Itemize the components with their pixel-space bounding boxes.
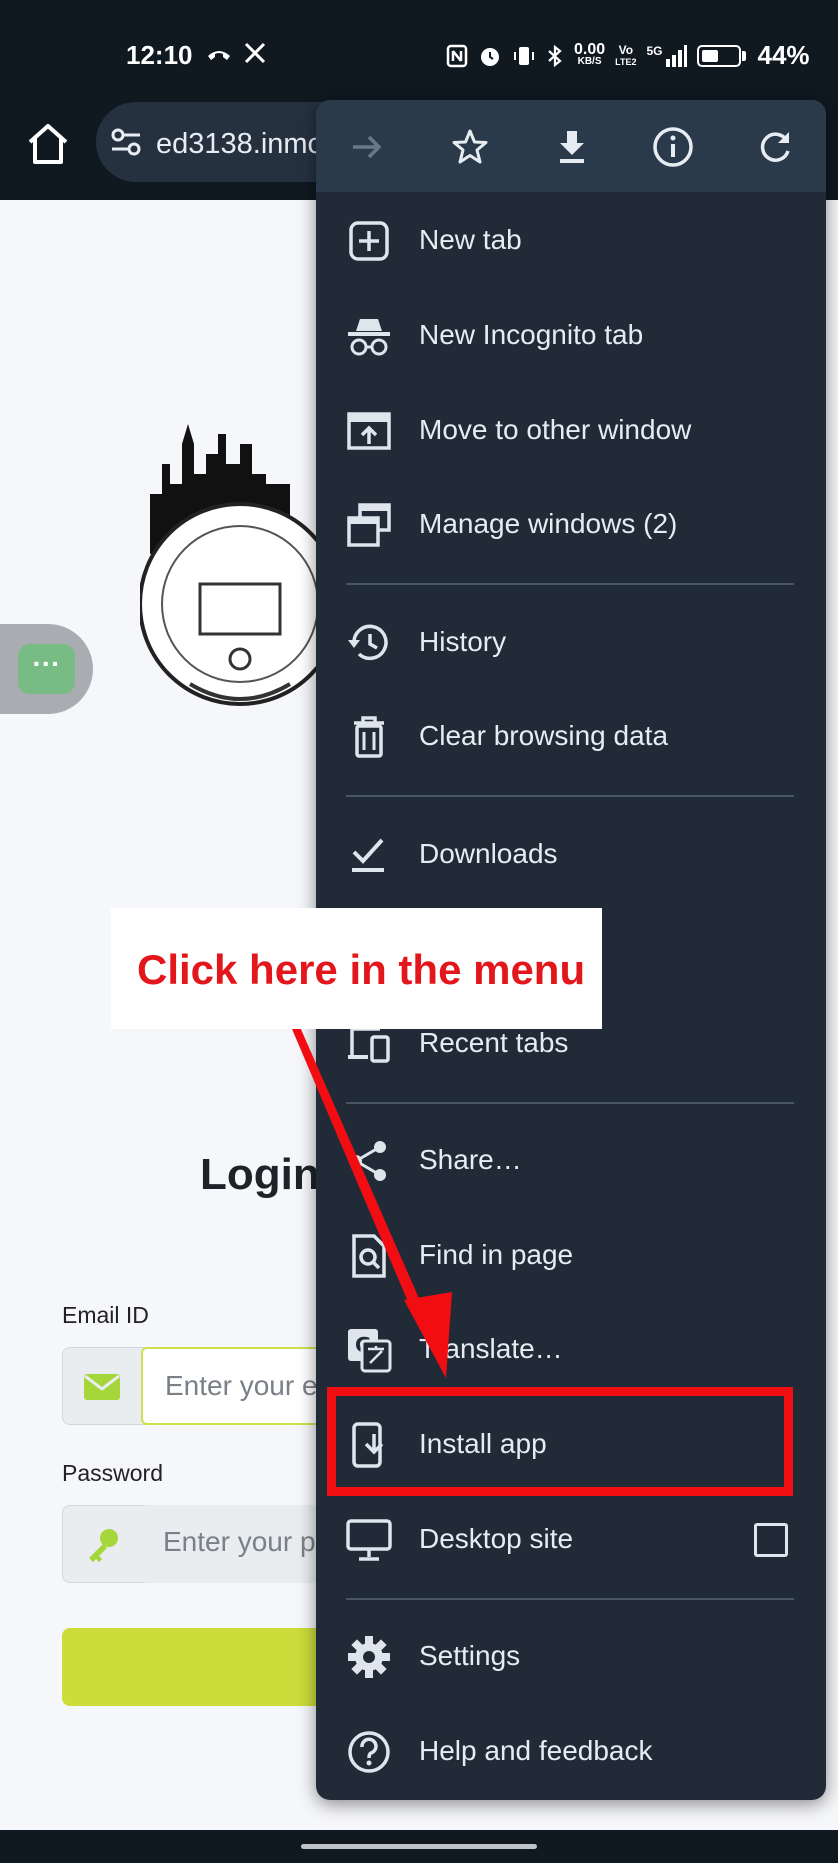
status-bar: 12:10 0.00 KB/S Vo LTE2 5G 44%	[0, 0, 838, 112]
status-system-icons: 0.00 KB/S Vo LTE2 5G 44%	[446, 40, 810, 71]
menu-item-find-in-page[interactable]: Find in page	[316, 1209, 826, 1303]
menu-item-move-to-other-window[interactable]: Move to other window	[316, 384, 826, 478]
signal-indicator: 5G	[646, 44, 687, 67]
status-notification-icons	[206, 42, 266, 64]
menu-divider	[346, 1598, 794, 1600]
nfc-icon	[446, 44, 468, 67]
desktop-icon	[346, 1519, 392, 1561]
alarm-icon	[481, 47, 499, 66]
find-in-page-icon	[352, 1234, 386, 1278]
battery-icon	[696, 44, 741, 67]
url-text[interactable]: ed3138.inmo	[156, 128, 324, 161]
page-info-tune-icon[interactable]	[110, 128, 142, 156]
x-logo-icon	[244, 42, 266, 64]
desktop-site-checkbox[interactable]	[754, 1523, 788, 1557]
menu-item-history[interactable]: History	[316, 596, 826, 690]
menu-divider	[346, 583, 794, 585]
password-label: Password	[62, 1460, 163, 1486]
move-window-icon	[347, 412, 391, 450]
menu-item-new-incognito-tab[interactable]: New Incognito tab	[316, 289, 826, 383]
menu-item-translate[interactable]: G Translate…	[316, 1303, 826, 1397]
download-icon[interactable]	[545, 120, 599, 174]
network-speed: 0.00 KB/S	[574, 40, 606, 67]
trash-icon	[354, 716, 384, 758]
battery-tip	[741, 50, 746, 61]
vibrate-icon	[514, 46, 534, 65]
history-icon	[348, 624, 388, 661]
help-icon	[348, 1731, 390, 1773]
info-icon[interactable]	[646, 120, 700, 174]
envelope-icon	[84, 1374, 120, 1400]
system-nav-bar	[0, 1830, 838, 1863]
battery-percent: 44%	[757, 40, 810, 70]
menu-divider	[346, 795, 794, 797]
menu-divider	[346, 1102, 794, 1104]
key-icon	[89, 1529, 118, 1562]
menu-item-downloads[interactable]: Downloads	[316, 808, 826, 902]
menu-item-help-and-feedback[interactable]: Help and feedback	[316, 1705, 826, 1799]
translate-icon: G	[348, 1329, 392, 1373]
manage-windows-icon	[347, 503, 391, 547]
signal-bars-icon	[665, 44, 687, 67]
gesture-handle[interactable]	[301, 1844, 537, 1849]
bluetooth-icon	[548, 44, 562, 67]
menu-item-share[interactable]: Share…	[316, 1114, 826, 1208]
bookmark-star-icon[interactable]	[443, 120, 497, 174]
menu-item-new-tab[interactable]: New tab	[316, 194, 826, 288]
home-icon[interactable]	[24, 120, 72, 168]
missed-call-icon	[208, 51, 230, 60]
amc-logo	[140, 424, 330, 706]
annotation-highlight-box	[327, 1387, 793, 1496]
downloads-icon	[352, 838, 384, 872]
annotation-callout-text: Click here in the menu	[137, 946, 586, 993]
volte-indicator: Vo LTE2	[615, 42, 637, 67]
login-title: Login	[200, 1150, 320, 1199]
menu-item-desktop-site[interactable]: Desktop site	[316, 1493, 826, 1587]
email-label: Email ID	[62, 1302, 149, 1328]
menu-item-clear-browsing-data[interactable]: Clear browsing data	[316, 690, 826, 784]
more-dots-icon[interactable]: ···	[18, 644, 75, 694]
refresh-icon[interactable]	[748, 120, 802, 174]
share-icon	[350, 1141, 386, 1181]
menu-item-manage-windows[interactable]: Manage windows (2)	[316, 478, 826, 572]
new-tab-icon	[349, 221, 389, 261]
forward-icon[interactable]	[340, 120, 394, 174]
menu-toolbar	[316, 100, 826, 192]
floating-chat-bubble[interactable]: ···	[0, 624, 93, 714]
menu-item-settings[interactable]: Settings	[316, 1610, 826, 1704]
incognito-icon	[348, 319, 390, 356]
settings-icon	[348, 1636, 390, 1678]
status-time: 12:10	[126, 40, 193, 70]
annotation-callout: Click here in the menu	[111, 908, 602, 1029]
